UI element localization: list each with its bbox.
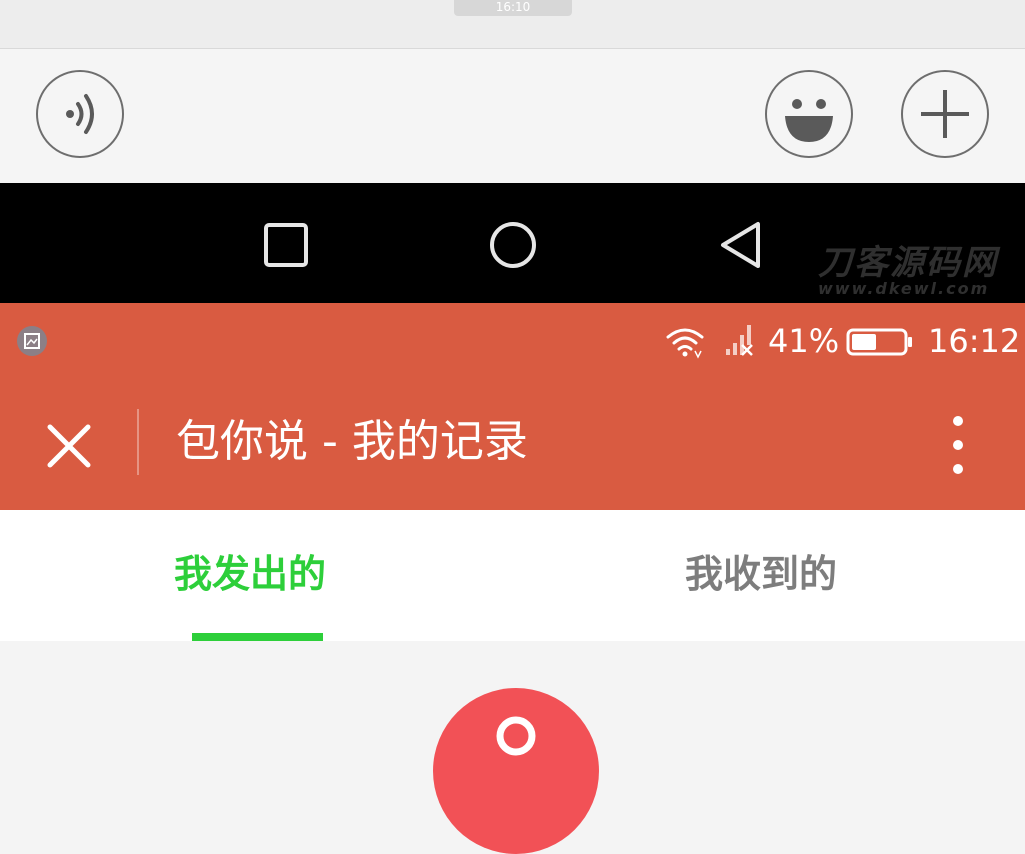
more-functions-button[interactable] [901,70,989,158]
emoji-button[interactable] [765,70,853,158]
red-packet-avatar [433,688,599,854]
chat-input-bar [0,49,1025,208]
home-icon[interactable] [487,219,539,271]
status-time: 16:12 [928,322,1021,360]
battery-icon [846,328,912,356]
more-options-icon[interactable] [944,413,972,477]
signal-no-sim-icon [726,325,753,356]
recents-icon[interactable] [262,221,310,269]
time-chip: 16:10 [454,0,572,16]
watermark-cn: 刀客源码网 [818,243,998,283]
battery-percentage: 41% [768,322,840,360]
wifi-icon [666,328,704,359]
chat-header-area: 16:10 [0,0,1025,49]
plus-icon [921,90,969,138]
watermark-en: www.dkewl.com [818,279,990,298]
active-tab-indicator [192,633,323,641]
smiley-icon [785,99,833,142]
voice-button[interactable] [36,70,124,158]
content-area [0,641,1025,854]
back-icon[interactable] [716,219,766,271]
tab-sent[interactable]: 我发出的 [174,546,326,602]
record-tabs: 我发出的 我收到的 [0,510,1025,641]
tab-received[interactable]: 我收到的 [685,546,837,602]
close-icon[interactable] [44,421,94,471]
app-bar-divider [137,409,139,475]
page-title: 包你说 - 我的记录 [176,416,528,467]
app-bar: 包你说 - 我的记录 [0,379,1025,510]
user-icon [496,716,536,756]
watermark: 刀客源码网 www.dkewl.com [818,245,1018,297]
status-bar: 41% 16:12 [0,303,1025,379]
screenshot-notification-icon [17,326,47,356]
voice-icon [66,94,94,134]
